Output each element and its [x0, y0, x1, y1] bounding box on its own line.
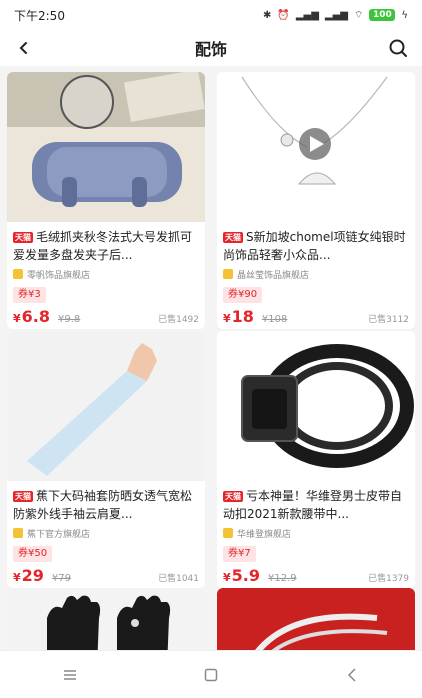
- product-card[interactable]: 天猫 S新加坡chomel项链女纯银时尚饰品轻奢小众品... 晶丝莹饰品旗舰店 券…: [217, 72, 415, 329]
- shop-name[interactable]: 华维登旗舰店: [223, 526, 409, 540]
- current-price: ¥6.8: [13, 307, 50, 326]
- product-image-hair-claw[interactable]: [7, 72, 205, 222]
- back-arrow-icon: [19, 42, 27, 54]
- shop-icon: [13, 528, 23, 538]
- product-title[interactable]: 天猫 蕉下大码袖套防晒女透气宽松防紫外线手袖云肩夏...: [13, 487, 199, 523]
- product-image-arm-sleeve[interactable]: [7, 331, 205, 481]
- top-nav-bar: 配饰: [0, 30, 422, 66]
- shop-name[interactable]: 零帆饰品旗舰店: [13, 267, 199, 281]
- wifi-icon: ⌔: [353, 9, 364, 21]
- product-card[interactable]: [7, 588, 205, 650]
- charging-icon: ϟ: [401, 9, 408, 21]
- coupon-badge: 券¥3: [13, 287, 46, 303]
- status-icons: ✱ ⏰ ▂▄▆ ▂▄▆ ⌔ 100 ϟ: [263, 9, 408, 22]
- product-title[interactable]: 天猫 亏本神量！华维登男士皮带自动扣2021新款腰带中...: [223, 487, 409, 523]
- original-price: ¥108: [261, 314, 288, 325]
- current-price: ¥5.9: [223, 566, 260, 585]
- back-triangle-icon: [347, 667, 356, 682]
- bluetooth-icon: ✱: [262, 9, 272, 21]
- price-row: ¥5.9 ¥12.9 已售1379: [223, 566, 409, 588]
- tmall-badge: 天猫: [13, 232, 33, 243]
- tmall-badge: 天猫: [223, 491, 243, 502]
- coupon-badge: 券¥7: [223, 546, 256, 562]
- home-button[interactable]: [191, 660, 231, 690]
- product-grid: 天猫 毛绒抓夹秋冬法式大号发抓可爱发量多盘发夹子后... 零帆饰品旗舰店 券¥3 …: [0, 66, 422, 650]
- price-row: ¥18 ¥108 已售3112: [223, 307, 409, 329]
- shop-name[interactable]: 晶丝莹饰品旗舰店: [223, 267, 409, 281]
- system-nav-bar: [0, 650, 422, 698]
- price-row: ¥6.8 ¥9.8 已售1492: [13, 307, 199, 329]
- product-card[interactable]: 天猫 蕉下大码袖套防晒女透气宽松防紫外线手袖云肩夏... 蕉下官方旗舰店 券¥50…: [7, 331, 205, 588]
- search-button[interactable]: [386, 36, 410, 60]
- shop-icon: [223, 528, 233, 538]
- search-icon: [389, 39, 407, 57]
- product-image-necklace[interactable]: [217, 72, 415, 222]
- sold-count: 已售1041: [158, 574, 199, 584]
- tmall-badge: 天猫: [223, 232, 243, 243]
- shop-name[interactable]: 蕉下官方旗舰店: [13, 526, 199, 540]
- product-image-gloves[interactable]: [7, 588, 205, 650]
- product-image-bracelet[interactable]: [217, 588, 415, 650]
- status-bar: 下午2:50 ✱ ⏰ ▂▄▆ ▂▄▆ ⌔ 100 ϟ: [0, 0, 422, 30]
- system-back-button[interactable]: [332, 660, 372, 690]
- product-title[interactable]: 天猫 S新加坡chomel项链女纯银时尚饰品轻奢小众品...: [223, 228, 409, 264]
- menu-icon: [64, 669, 77, 680]
- status-time: 下午2:50: [14, 8, 65, 23]
- signal-icon: ▂▄▆: [324, 9, 348, 21]
- product-image-belt[interactable]: [217, 331, 415, 481]
- alarm-icon: ⏰: [277, 9, 290, 21]
- home-square-icon: [204, 668, 218, 681]
- product-title[interactable]: 天猫 毛绒抓夹秋冬法式大号发抓可爱发量多盘发夹子后...: [13, 228, 199, 264]
- page-title: 配饰: [194, 40, 227, 59]
- current-price: ¥29: [13, 566, 44, 585]
- coupon-badge: 券¥90: [223, 287, 263, 303]
- shop-icon: [223, 269, 233, 279]
- original-price: ¥12.9: [268, 573, 297, 584]
- back-button[interactable]: [12, 36, 36, 60]
- product-card[interactable]: 天猫 毛绒抓夹秋冬法式大号发抓可爱发量多盘发夹子后... 零帆饰品旗舰店 券¥3 …: [7, 72, 205, 329]
- coupon-badge: 券¥50: [13, 546, 53, 562]
- tmall-badge: 天猫: [13, 491, 33, 502]
- shop-icon: [13, 269, 23, 279]
- product-card[interactable]: [217, 588, 415, 650]
- signal-icon: ▂▄▆: [295, 9, 319, 21]
- recent-apps-button[interactable]: [50, 660, 90, 690]
- battery-icon: 100: [369, 9, 396, 21]
- product-card[interactable]: 天猫 亏本神量！华维登男士皮带自动扣2021新款腰带中... 华维登旗舰店 券¥7…: [217, 331, 415, 588]
- sold-count: 已售3112: [368, 315, 409, 325]
- current-price: ¥18: [223, 307, 254, 326]
- price-row: ¥29 ¥79 已售1041: [13, 566, 199, 588]
- sold-count: 已售1379: [368, 574, 409, 584]
- original-price: ¥79: [51, 573, 72, 584]
- original-price: ¥9.8: [58, 314, 81, 325]
- sold-count: 已售1492: [158, 315, 199, 325]
